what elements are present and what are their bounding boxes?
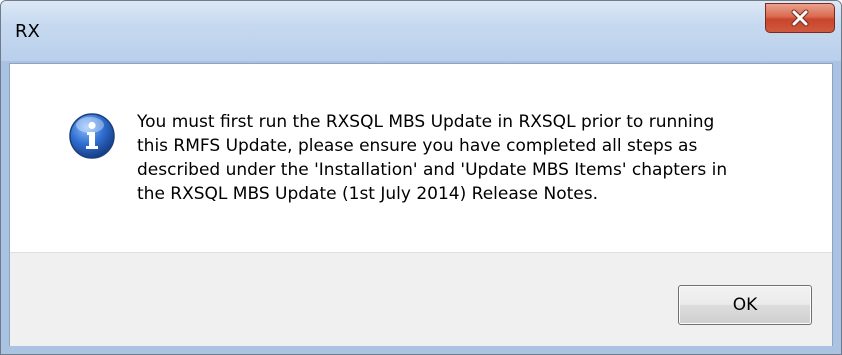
window-title: RX: [15, 21, 40, 42]
dialog-message: You must first run the RXSQL MBS Update …: [137, 112, 728, 204]
ok-button[interactable]: OK: [678, 285, 812, 325]
dialog-body: You must first run the RXSQL MBS Update …: [9, 63, 833, 346]
button-bar: OK: [10, 252, 832, 346]
close-button[interactable]: [765, 3, 835, 33]
title-bar[interactable]: RX: [1, 1, 841, 61]
info-icon: [69, 113, 115, 159]
dialog-window: RX You must first run the RXSQL MBS Upda…: [0, 0, 842, 355]
close-icon: [791, 9, 809, 27]
